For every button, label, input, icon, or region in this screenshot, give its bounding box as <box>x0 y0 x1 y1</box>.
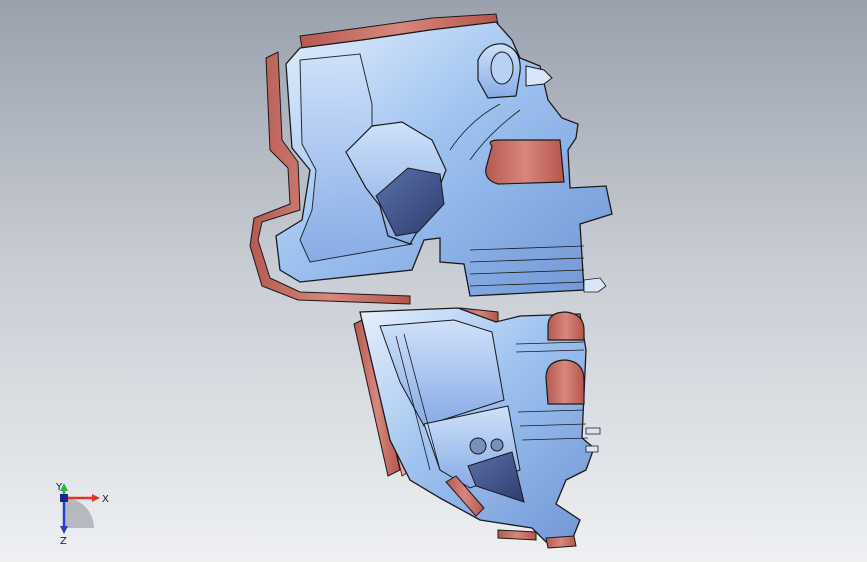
red-slot-lower <box>545 359 585 405</box>
part-model[interactable] <box>0 0 867 562</box>
triad-shadow <box>64 498 94 528</box>
triad-origin <box>60 494 68 502</box>
coordinate-triad: X Y Z <box>55 482 109 547</box>
lower-housing[interactable] <box>353 307 601 549</box>
mounting-hole-2 <box>490 438 504 452</box>
x-axis-label: X <box>102 494 109 505</box>
mounting-hole-1 <box>469 437 487 455</box>
graphics-viewport[interactable]: X Y Z <box>0 0 867 562</box>
upper-housing[interactable] <box>249 13 613 305</box>
clip-tab <box>525 65 553 87</box>
red-slot-upper <box>485 139 565 185</box>
red-slot-middle <box>547 311 585 341</box>
z-axis-label: Z <box>60 536 67 547</box>
y-axis-label: Y <box>55 482 63 493</box>
